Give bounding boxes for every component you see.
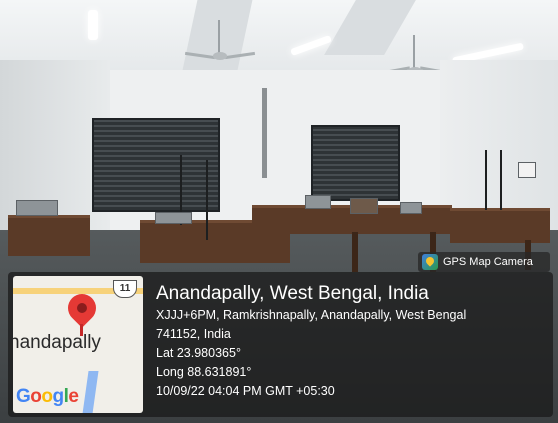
- lab-equipment: [350, 198, 378, 214]
- map-thumbnail: 11 nandapally Google: [13, 276, 143, 413]
- lab-equipment: [305, 195, 331, 209]
- retort-stand: [485, 150, 487, 210]
- map-river: [81, 371, 99, 413]
- google-logo: Google: [16, 386, 79, 408]
- badge-label: GPS Map Camera: [443, 256, 533, 268]
- photo-frame: GPS Map Camera 11 nandapally Google Anan…: [0, 0, 558, 423]
- tube-light: [88, 10, 98, 40]
- map-place-label: nandapally: [13, 332, 101, 353]
- google-logo-letter: o: [41, 386, 53, 407]
- lab-equipment: [155, 212, 192, 224]
- google-logo-letter: e: [68, 386, 79, 407]
- lab-equipment: [518, 162, 536, 178]
- lab-equipment: [16, 200, 58, 216]
- google-logo-letter: G: [16, 386, 31, 407]
- gps-map-camera-badge: GPS Map Camera: [418, 252, 550, 272]
- address-line-1: XJJJ+6PM, Ramkrishnapally, Anandapally, …: [156, 308, 467, 322]
- lab-equipment: [400, 202, 422, 214]
- retort-stand: [500, 150, 502, 210]
- google-logo-letter: o: [30, 386, 42, 407]
- longitude: Long 88.631891°: [156, 365, 252, 379]
- lab-bench: [8, 215, 90, 256]
- location-info-card: 11 nandapally Google Anandapally, West B…: [8, 272, 553, 417]
- latitude: Lat 23.980365°: [156, 346, 241, 360]
- highway-shield-icon: 11: [113, 280, 137, 298]
- retort-stand: [206, 160, 208, 240]
- map-pin-icon: [62, 288, 102, 328]
- lab-bench: [450, 208, 550, 243]
- location-title: Anandapally, West Bengal, India: [156, 283, 429, 304]
- gps-map-camera-logo-icon: [422, 254, 438, 270]
- google-logo-letter: g: [52, 386, 65, 407]
- window: [92, 118, 220, 212]
- timestamp: 10/09/22 04:04 PM GMT +05:30: [156, 384, 335, 398]
- location-details: Anandapally, West Bengal, India XJJJ+6PM…: [156, 282, 548, 401]
- address-line-2: 741152, India: [156, 327, 231, 341]
- ceiling-fan: [184, 20, 256, 60]
- wall-pipe: [262, 88, 267, 178]
- bench-leg: [352, 232, 358, 272]
- window: [311, 125, 400, 201]
